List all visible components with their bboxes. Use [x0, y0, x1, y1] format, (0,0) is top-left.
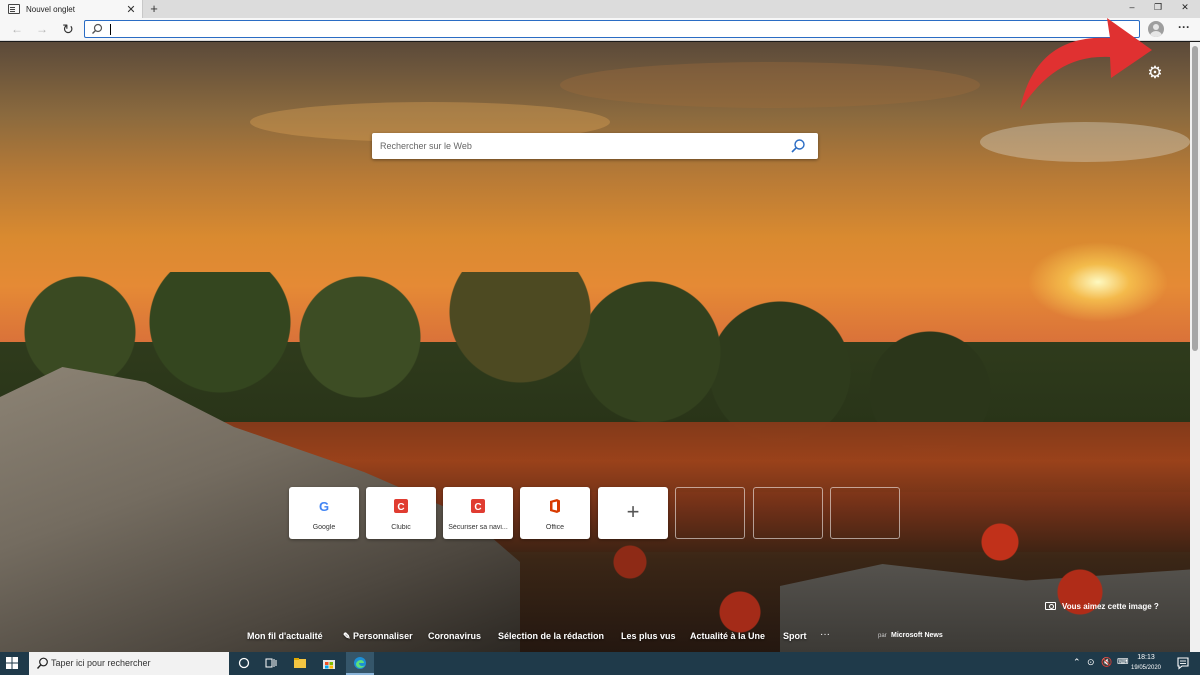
news-link-actualite-une[interactable]: Actualité à la Une — [690, 631, 765, 641]
network-icon[interactable]: ⊙ — [1087, 657, 1095, 668]
clubic-icon: C — [394, 499, 408, 513]
cloud — [560, 62, 980, 108]
show-hidden-icons-chevron-up-icon[interactable]: ⌃ — [1073, 657, 1081, 668]
svg-text:G: G — [319, 499, 329, 514]
news-link-selection[interactable]: Sélection de la rédaction — [498, 631, 604, 641]
back-button[interactable]: ← — [8, 20, 26, 38]
news-more-button[interactable]: ··· — [820, 629, 830, 640]
windows-start-icon[interactable] — [6, 657, 18, 669]
settings-and-more-button[interactable]: ··· — [1174, 20, 1194, 38]
new-tab-button[interactable]: + — [146, 1, 162, 17]
edge-browser-icon[interactable] — [353, 656, 367, 670]
news-bar: Mon fil d'actualité ✎ Personnaliser Coro… — [0, 628, 1190, 648]
news-link-plus-vus[interactable]: Les plus vus — [621, 631, 676, 641]
image-feedback-label: Vous aimez cette image ? — [1062, 601, 1159, 611]
news-link-mon-fil[interactable]: Mon fil d'actualité — [247, 631, 323, 641]
search-icon[interactable] — [790, 138, 806, 154]
action-center-notification-icon[interactable] — [1176, 656, 1190, 670]
news-link-coronavirus[interactable]: Coronavirus — [428, 631, 481, 641]
page-scrollbar[interactable] — [1190, 42, 1200, 652]
address-bar[interactable] — [84, 20, 1140, 38]
quick-link-label: Clubic — [391, 524, 411, 531]
news-link-sport[interactable]: Sport — [783, 631, 807, 641]
tab-close-button[interactable]: ✕ — [124, 3, 138, 16]
quick-link-securiser[interactable]: C Sécuriser sa navi... — [443, 487, 513, 539]
quick-link-clubic[interactable]: C Clubic — [366, 487, 436, 539]
empty-quick-link-slot — [753, 487, 823, 539]
tab-title: Nouvel onglet — [26, 4, 75, 14]
microsoft-news-logo[interactable]: Microsoft News — [891, 632, 943, 639]
task-view-icon[interactable] — [264, 656, 278, 670]
quick-link-label: Office — [545, 524, 565, 531]
add-quick-link-button[interactable]: + — [598, 487, 668, 539]
web-search-input[interactable] — [380, 139, 780, 153]
tab-nouvel-onglet[interactable]: Nouvel onglet ✕ — [0, 0, 143, 18]
news-by-label: par — [878, 633, 887, 639]
search-icon — [92, 23, 103, 34]
quick-link-label: Google — [312, 524, 336, 531]
clubic-icon: C — [471, 499, 485, 513]
new-tab-page-icon — [8, 4, 20, 14]
camera-icon — [1045, 602, 1056, 610]
address-input[interactable] — [111, 22, 1121, 36]
quick-link-office[interactable]: Office — [520, 487, 590, 539]
volume-muted-icon[interactable]: 🔇 — [1101, 657, 1112, 668]
ime-icon[interactable]: ⌨ — [1117, 657, 1129, 666]
svg-text:C: C — [397, 502, 404, 513]
web-search-box[interactable] — [372, 133, 818, 159]
taskbar-search-box[interactable]: Taper ici pour rechercher — [29, 652, 229, 675]
clock-time: 18:13 — [1137, 654, 1155, 661]
close-window-button[interactable]: ✕ — [1172, 0, 1198, 14]
quick-link-google[interactable]: G Google — [289, 487, 359, 539]
plus-icon: + — [626, 499, 640, 524]
office-icon — [550, 499, 560, 513]
red-annotation-arrow-icon — [1020, 18, 1152, 110]
file-explorer-icon[interactable] — [293, 656, 307, 670]
refresh-button[interactable]: ↻ — [59, 20, 77, 38]
search-icon — [36, 657, 48, 669]
personnaliser-label: Personnaliser — [353, 631, 413, 641]
image-feedback-link[interactable]: Vous aimez cette image ? — [1045, 600, 1159, 612]
system-clock[interactable]: 18:13 19/05/2020 — [1128, 653, 1164, 673]
quick-link-label: Sécuriser sa navi... — [448, 524, 508, 531]
svg-text:C: C — [474, 502, 481, 513]
taskbar-search-placeholder: Taper ici pour rechercher — [51, 658, 151, 668]
empty-quick-link-slot — [830, 487, 900, 539]
clock-date: 19/05/2020 — [1130, 665, 1162, 671]
cloud — [980, 122, 1190, 162]
scrollbar-thumb[interactable] — [1192, 46, 1198, 351]
microsoft-store-icon[interactable] — [322, 656, 336, 670]
news-link-personnaliser[interactable]: ✎ Personnaliser — [343, 631, 413, 642]
windows-taskbar: Taper ici pour rechercher ⌃ ⊙ 🔇 ⌨ 18:13 … — [0, 652, 1200, 675]
cortana-icon[interactable] — [237, 656, 251, 670]
empty-quick-link-slot — [675, 487, 745, 539]
forward-button[interactable]: → — [33, 20, 51, 38]
google-icon: G — [319, 499, 329, 514]
